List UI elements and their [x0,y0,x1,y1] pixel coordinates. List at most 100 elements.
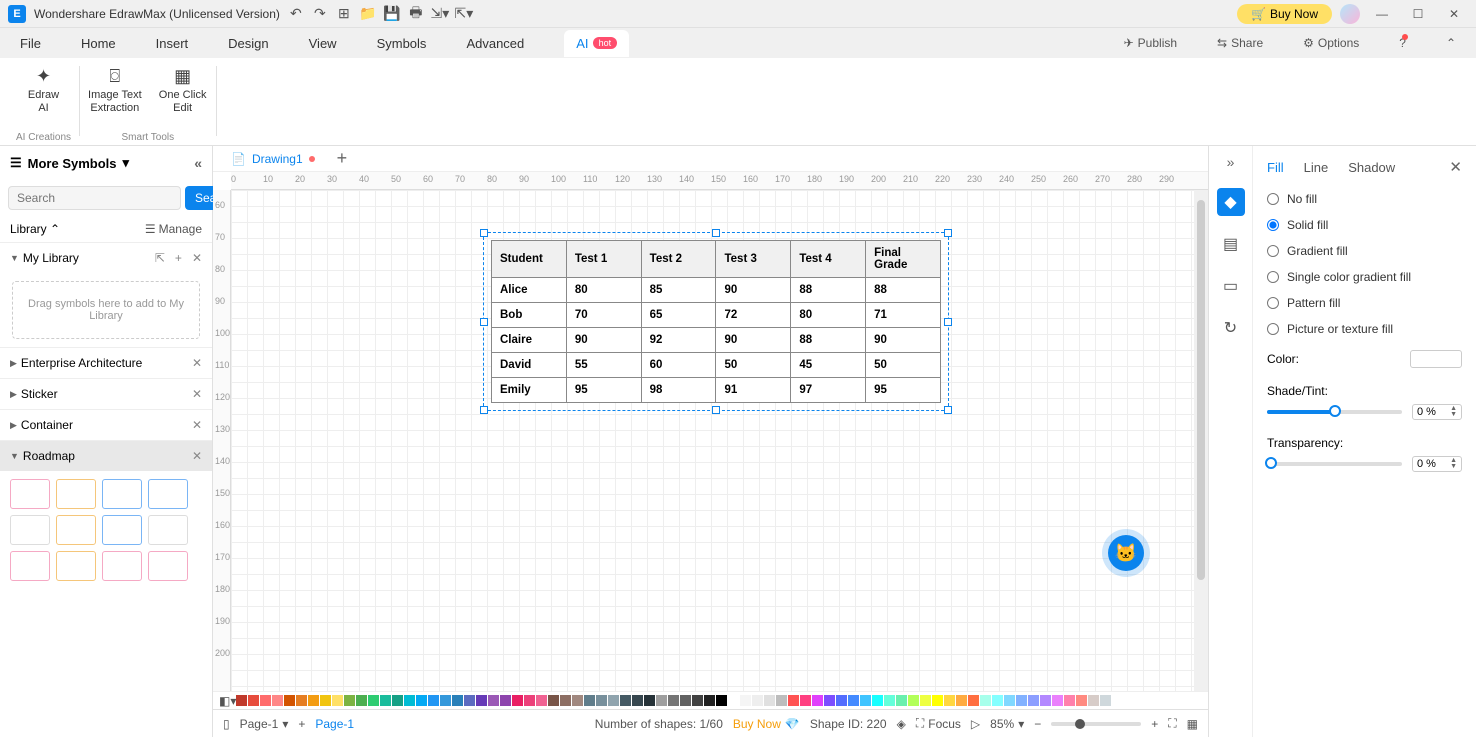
color-swatch[interactable] [308,695,319,706]
color-swatch[interactable] [656,695,667,706]
color-swatch[interactable] [548,695,559,706]
zoom-slider[interactable] [1051,722,1141,726]
page-selector[interactable]: Page-1 ▾ [240,717,289,731]
menu-home[interactable]: Home [81,36,116,51]
focus-button[interactable]: ⛶ Focus [916,716,961,731]
color-swatch[interactable] [1076,695,1087,706]
layout-tool-button[interactable]: ▭ [1217,272,1245,300]
color-swatch[interactable] [752,695,763,706]
user-avatar[interactable] [1340,4,1360,24]
publish-button[interactable]: ✈ Publish [1124,36,1177,50]
zoom-in-button[interactable]: + [1151,717,1158,731]
vertical-scrollbar[interactable] [1194,190,1208,691]
color-swatch[interactable] [728,695,739,706]
page-layout-icon[interactable]: ▯ [223,717,230,731]
history-tool-button[interactable]: ↻ [1217,314,1245,342]
transparency-spinner[interactable]: 0 %▲▼ [1412,456,1462,472]
menu-advanced[interactable]: Advanced [466,36,524,51]
search-input[interactable] [8,186,181,210]
layers-icon[interactable]: ◈ [897,717,906,731]
color-swatch[interactable] [620,695,631,706]
new-icon[interactable]: ⊞ [336,6,352,22]
close-section-icon[interactable]: ✕ [192,449,202,463]
drop-target[interactable]: Drag symbols here to add to My Library [12,281,200,339]
sticker-header[interactable]: ▶ Sticker ✕ [0,379,212,409]
add-page-button[interactable]: + [298,717,305,731]
color-swatch[interactable] [776,695,787,706]
color-swatch[interactable] [284,695,295,706]
color-swatch[interactable] [764,695,775,706]
color-swatch[interactable] [980,695,991,706]
color-swatch[interactable] [464,695,475,706]
radio-pattern-fill[interactable]: Pattern fill [1267,290,1462,316]
collapse-left-panel-icon[interactable]: « [194,155,202,171]
color-swatch[interactable] [416,695,427,706]
color-swatch[interactable] [1100,695,1111,706]
share-button[interactable]: ⇆ Share [1217,36,1263,50]
color-swatch[interactable] [332,695,343,706]
manage-button[interactable]: ☰ Manage [145,222,202,236]
color-swatch[interactable] [344,695,355,706]
slider-thumb[interactable] [1265,457,1277,469]
transparency-slider[interactable] [1267,462,1402,466]
color-swatch[interactable] [608,695,619,706]
maximize-button[interactable]: ☐ [1404,4,1432,24]
options-button[interactable]: ⚙ Options [1303,36,1359,50]
zoom-thumb[interactable] [1075,719,1085,729]
color-swatch[interactable] [932,695,943,706]
color-swatch[interactable] [740,695,751,706]
color-swatch[interactable] [272,695,283,706]
close-button[interactable]: ✕ [1440,4,1468,24]
color-swatch[interactable] [1004,695,1015,706]
color-swatch[interactable] [404,695,415,706]
color-swatch[interactable] [668,695,679,706]
page-tab[interactable]: Page-1 [315,717,354,731]
radio-picture-fill[interactable]: Picture or texture fill [1267,316,1462,342]
color-swatch[interactable] [908,695,919,706]
color-swatch[interactable] [392,695,403,706]
zoom-level[interactable]: 85% ▾ [990,717,1024,731]
close-section-icon[interactable]: ✕ [192,387,202,401]
slider-thumb[interactable] [1329,405,1341,417]
open-icon[interactable]: 📁 [360,6,376,22]
radio-single-gradient-fill[interactable]: Single color gradient fill [1267,264,1462,290]
color-swatch[interactable] [644,695,655,706]
save-icon[interactable]: 💾 [384,6,400,22]
one-click-edit-button[interactable]: ▦ One ClickEdit [158,66,208,115]
shade-slider[interactable] [1267,410,1402,414]
color-swatch[interactable] [680,695,691,706]
close-section-icon[interactable]: ✕ [192,356,202,370]
color-swatch[interactable] [824,695,835,706]
color-swatch[interactable] [488,695,499,706]
close-panel-icon[interactable]: ✕ [1449,158,1462,176]
color-swatch[interactable] [320,695,331,706]
add-tab-button[interactable]: + [331,148,354,169]
shape-thumbnail[interactable] [10,515,50,545]
color-swatch[interactable] [872,695,883,706]
shape-thumbnail[interactable] [10,551,50,581]
container-header[interactable]: ▶ Container ✕ [0,410,212,440]
color-swatch[interactable] [476,695,487,706]
buy-now-button[interactable]: 🛒 Buy Now [1237,4,1332,24]
buy-now-link[interactable]: Buy Now 💎 [733,717,800,731]
fill-tool-button[interactable]: ◆ [1217,188,1245,216]
enterprise-architecture-header[interactable]: ▶ Enterprise Architecture ✕ [0,348,212,378]
shape-thumbnail[interactable] [148,551,188,581]
shade-spinner[interactable]: 0 %▲▼ [1412,404,1462,420]
color-swatch[interactable] [1040,695,1051,706]
shape-thumbnail[interactable] [56,479,96,509]
color-swatch[interactable] [1064,695,1075,706]
color-swatch[interactable] [584,695,595,706]
resize-handle[interactable] [944,229,952,237]
shape-thumbnail[interactable] [102,479,142,509]
selected-shape[interactable]: StudentTest 1Test 2Test 3Test 4Final Gra… [491,240,941,403]
shape-thumbnail[interactable] [56,515,96,545]
color-swatch[interactable] [1052,695,1063,706]
color-swatch[interactable] [500,695,511,706]
close-section-icon[interactable]: ✕ [192,418,202,432]
color-swatch[interactable] [296,695,307,706]
color-swatch[interactable] [632,695,643,706]
import-icon[interactable]: ⇱▾ [456,6,472,22]
color-swatch[interactable] [1088,695,1099,706]
color-swatch[interactable] [968,695,979,706]
